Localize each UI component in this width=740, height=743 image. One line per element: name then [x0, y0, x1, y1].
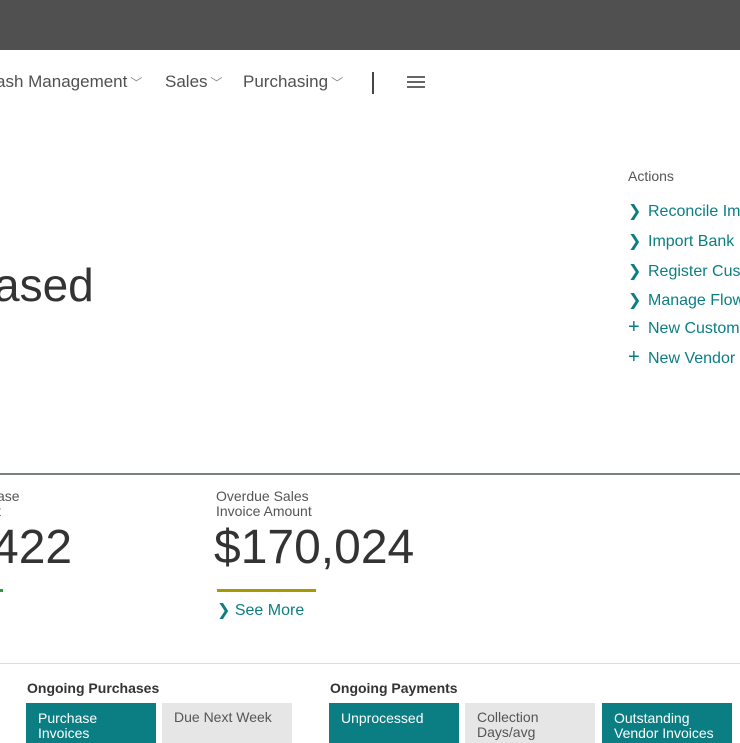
tile-purchase-invoices[interactable]: Purchase Invoices	[26, 703, 156, 743]
see-more-label: See More	[234, 602, 305, 619]
chevron-right-icon: ❯	[628, 233, 642, 250]
action-label: Register Cus	[648, 263, 740, 280]
nav-item-cash-management[interactable]: ash Management ﹀	[0, 72, 142, 92]
action-new-customer[interactable]: + New Custom	[628, 316, 740, 338]
tile-outstanding-vendor-invoices[interactable]: Outstanding Vendor Invoices	[602, 703, 732, 743]
action-register-customer[interactable]: ❯ Register Cus	[628, 261, 740, 281]
chevron-down-icon: ﹀	[331, 76, 344, 90]
kpi-label: Overdue Sales Invoice Amount	[216, 488, 312, 519]
section-divider	[0, 663, 740, 664]
tile-due-next-week[interactable]: Due Next Week	[162, 703, 292, 743]
chevron-right-icon: ❯	[628, 203, 642, 220]
tile-collection-days[interactable]: Collection Days/avg	[465, 703, 595, 743]
see-more-link[interactable]: ❯ See More	[217, 600, 304, 620]
tile-unprocessed[interactable]: Unprocessed	[329, 703, 459, 743]
group-title: Ongoing Purchases	[27, 680, 160, 696]
nav-label: Purchasing	[243, 72, 329, 91]
chevron-right-icon: ❯	[628, 292, 642, 309]
nav-label: Sales	[165, 72, 208, 91]
nav-item-purchasing[interactable]: Purchasing ﹀	[243, 72, 343, 92]
action-label: Manage Flow	[648, 292, 740, 309]
kpi-indicator-bar	[217, 589, 316, 592]
kpi-value[interactable]: $170,024	[214, 520, 414, 575]
hamburger-icon[interactable]	[407, 76, 425, 91]
kpi-indicator-bar	[0, 589, 3, 592]
nav-item-sales[interactable]: Sales ﹀	[165, 72, 223, 92]
action-label: New Vendor	[648, 350, 736, 367]
action-manage-flow[interactable]: ❯ Manage Flow	[628, 290, 740, 310]
chevron-down-icon: ﹀	[130, 76, 143, 90]
chevron-down-icon: ﹀	[210, 76, 223, 90]
kpi-label: ase t	[0, 488, 20, 519]
nav-label: ash Management	[0, 72, 128, 91]
nav-separator	[372, 72, 374, 94]
actions-title: Actions	[628, 168, 674, 184]
top-app-bar	[0, 0, 740, 50]
action-reconcile[interactable]: ❯ Reconcile Im	[628, 201, 740, 221]
group-title: Ongoing Payments	[330, 680, 458, 696]
plus-icon: +	[628, 316, 640, 338]
action-label: New Custom	[648, 320, 740, 337]
action-label: Reconcile Im	[648, 203, 740, 220]
plus-icon: +	[628, 346, 640, 368]
action-import-bank[interactable]: ❯ Import Bank	[628, 231, 734, 251]
kpi-value[interactable]: 422	[0, 520, 72, 575]
page-heading: ased	[0, 259, 94, 311]
section-divider	[0, 473, 740, 475]
action-new-vendor[interactable]: + New Vendor	[628, 346, 736, 368]
action-label: Import Bank	[648, 233, 735, 250]
chevron-right-icon: ❯	[628, 263, 642, 280]
chevron-right-icon: ❯	[217, 602, 235, 619]
